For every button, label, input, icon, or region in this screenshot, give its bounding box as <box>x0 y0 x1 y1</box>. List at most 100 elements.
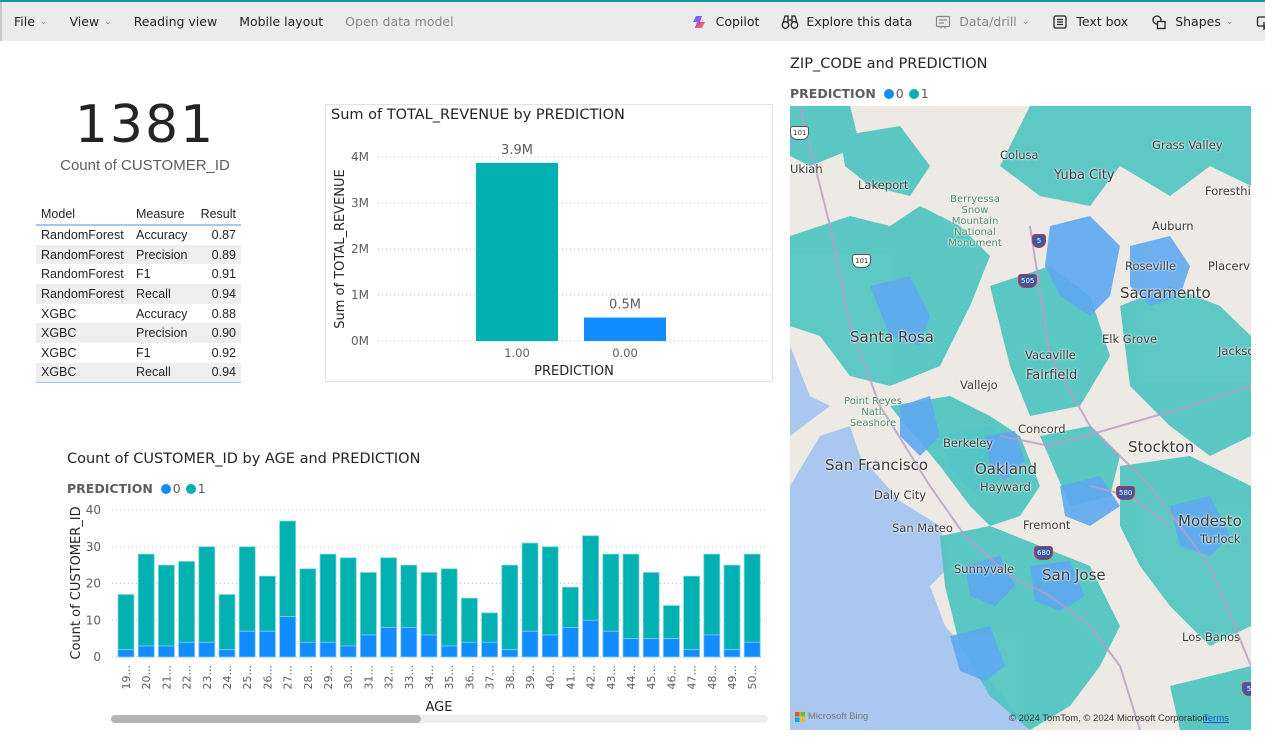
zip-code-map[interactable]: Colusa Grass Valley Ukiah Yuba City Lakeport… <box>790 106 1251 730</box>
age-bar-prediction-0[interactable] <box>178 641 195 658</box>
age-bar-prediction-1[interactable] <box>158 564 175 647</box>
table-row[interactable]: RandomForest F1 0.91 <box>36 264 241 284</box>
mobile-layout-button[interactable]: Mobile layout <box>239 2 323 41</box>
table-row[interactable]: XGBC Recall 0.94 <box>36 362 241 383</box>
revenue-bar[interactable] <box>584 317 666 341</box>
age-chart-scrollbar-thumb[interactable] <box>111 715 421 723</box>
age-bar-prediction-1[interactable] <box>339 557 357 647</box>
age-bar-prediction-0[interactable] <box>582 619 599 658</box>
age-bar-prediction-0[interactable] <box>137 645 155 658</box>
age-bar-prediction-0[interactable] <box>481 641 499 658</box>
age-bar-prediction-1[interactable] <box>481 612 499 643</box>
age-bar-prediction-0[interactable] <box>663 638 680 658</box>
column-header-measure[interactable]: Measure <box>131 203 195 226</box>
age-bar-prediction-1[interactable] <box>723 564 741 651</box>
age-bar-prediction-0[interactable] <box>117 649 135 658</box>
revenue-bar[interactable] <box>476 162 558 341</box>
age-bar-prediction-1[interactable] <box>602 553 620 632</box>
age-bar-prediction-1[interactable] <box>319 553 337 643</box>
age-bar-prediction-0[interactable] <box>561 627 579 658</box>
age-bar-prediction-0[interactable] <box>279 616 297 658</box>
age-bar-prediction-1[interactable] <box>501 564 519 651</box>
age-bar-prediction-0[interactable] <box>743 641 761 658</box>
age-bar-prediction-1[interactable] <box>460 597 478 643</box>
buttons-menu[interactable]: Buttons⌄ <box>1255 2 1265 41</box>
age-bar-prediction-1[interactable] <box>642 572 660 640</box>
map-place-label: Oakland <box>975 460 1038 478</box>
age-bar-prediction-0[interactable] <box>380 627 398 658</box>
table-row[interactable]: XGBC Accuracy 0.88 <box>36 304 241 324</box>
count-by-age-visual[interactable]: Count of CUSTOMER_ID by AGE and PREDICTI… <box>60 445 775 735</box>
age-bar-prediction-0[interactable] <box>460 641 478 658</box>
age-bar-prediction-0[interactable] <box>723 649 741 658</box>
age-bar-prediction-0[interactable] <box>420 634 438 658</box>
open-data-model-button[interactable]: Open data model <box>345 2 453 41</box>
age-bar-prediction-1[interactable] <box>198 546 216 643</box>
table-row[interactable]: RandomForest Precision 0.89 <box>36 244 241 265</box>
age-bar-prediction-1[interactable] <box>541 546 559 636</box>
age-bar-prediction-1[interactable] <box>420 572 438 636</box>
age-bar-prediction-1[interactable] <box>258 575 276 632</box>
age-bar-prediction-1[interactable] <box>743 553 761 643</box>
column-header-result[interactable]: Result <box>194 203 241 226</box>
file-menu[interactable]: File ⌄ <box>14 2 47 41</box>
age-bar-prediction-0[interactable] <box>238 630 256 658</box>
age-bar-prediction-0[interactable] <box>218 649 236 658</box>
revenue-by-prediction-visual[interactable]: Sum of TOTAL_REVENUE by PREDICTION 0M 1M 2… <box>325 104 773 382</box>
age-bar-prediction-1[interactable] <box>622 553 640 640</box>
age-bar-prediction-1[interactable] <box>299 568 317 643</box>
age-chart-scrollbar[interactable] <box>111 715 768 723</box>
text-box-button[interactable]: Text box <box>1051 2 1128 41</box>
age-bar-prediction-0[interactable] <box>339 645 357 658</box>
shapes-menu[interactable]: Shapes ⌄ <box>1150 2 1233 41</box>
map-legend-label-0[interactable]: 0 <box>896 86 904 101</box>
age-bar-prediction-1[interactable] <box>279 520 297 617</box>
column-header-model[interactable]: Model <box>36 203 131 226</box>
age-bar-prediction-0[interactable] <box>158 645 175 658</box>
age-bar-prediction-1[interactable] <box>683 575 700 651</box>
age-bar-prediction-1[interactable] <box>380 557 398 628</box>
age-bar-prediction-0[interactable] <box>198 641 216 658</box>
age-bar-prediction-1[interactable] <box>561 586 579 629</box>
table-row[interactable]: RandomForest Recall 0.94 <box>36 284 241 304</box>
table-row[interactable]: XGBC Precision 0.90 <box>36 323 241 344</box>
age-bar-prediction-0[interactable] <box>541 634 559 658</box>
age-bar-prediction-0[interactable] <box>622 638 640 658</box>
age-bar-prediction-0[interactable] <box>683 649 700 658</box>
age-bar-prediction-0[interactable] <box>319 641 337 658</box>
age-bar-prediction-0[interactable] <box>440 645 458 658</box>
data-drill-menu[interactable]: Data/drill ⌄ <box>934 2 1029 41</box>
age-bar-prediction-0[interactable] <box>359 634 377 658</box>
age-bar-prediction-0[interactable] <box>299 641 317 658</box>
age-bar-prediction-1[interactable] <box>440 568 458 647</box>
age-bar-prediction-0[interactable] <box>501 649 519 658</box>
age-bar-prediction-0[interactable] <box>521 630 539 658</box>
age-bar-prediction-0[interactable] <box>258 630 276 658</box>
copilot-button[interactable]: Copilot <box>691 2 759 41</box>
age-bar-prediction-1[interactable] <box>359 572 377 636</box>
view-menu[interactable]: View ⌄ <box>69 2 111 41</box>
age-bar-prediction-1[interactable] <box>238 546 256 632</box>
x-tick-label: 37... <box>484 665 497 690</box>
table-row[interactable]: XGBC F1 0.92 <box>36 343 241 363</box>
map-legend-label-1[interactable]: 1 <box>921 86 929 101</box>
table-row[interactable]: RandomForest Accuracy 0.87 <box>36 225 241 245</box>
shapes-icon <box>1150 13 1168 31</box>
reading-view-label: Reading view <box>133 14 218 29</box>
age-bar-prediction-1[interactable] <box>703 553 721 636</box>
age-bar-prediction-1[interactable] <box>137 553 155 647</box>
age-bar-prediction-1[interactable] <box>582 535 599 621</box>
reading-view-button[interactable]: Reading view <box>134 2 218 41</box>
age-bar-prediction-1[interactable] <box>218 594 236 651</box>
age-bar-prediction-0[interactable] <box>642 638 660 658</box>
age-bar-prediction-0[interactable] <box>400 627 418 658</box>
explore-data-button[interactable]: Explore this data <box>781 2 912 41</box>
age-bar-prediction-0[interactable] <box>703 634 721 658</box>
age-bar-prediction-1[interactable] <box>521 542 539 632</box>
age-bar-prediction-1[interactable] <box>117 594 135 651</box>
age-bar-prediction-1[interactable] <box>178 561 195 643</box>
map-terms-link[interactable]: Terms <box>1203 713 1229 724</box>
age-bar-prediction-0[interactable] <box>602 630 620 658</box>
age-bar-prediction-1[interactable] <box>400 564 418 628</box>
age-bar-prediction-1[interactable] <box>663 605 680 640</box>
